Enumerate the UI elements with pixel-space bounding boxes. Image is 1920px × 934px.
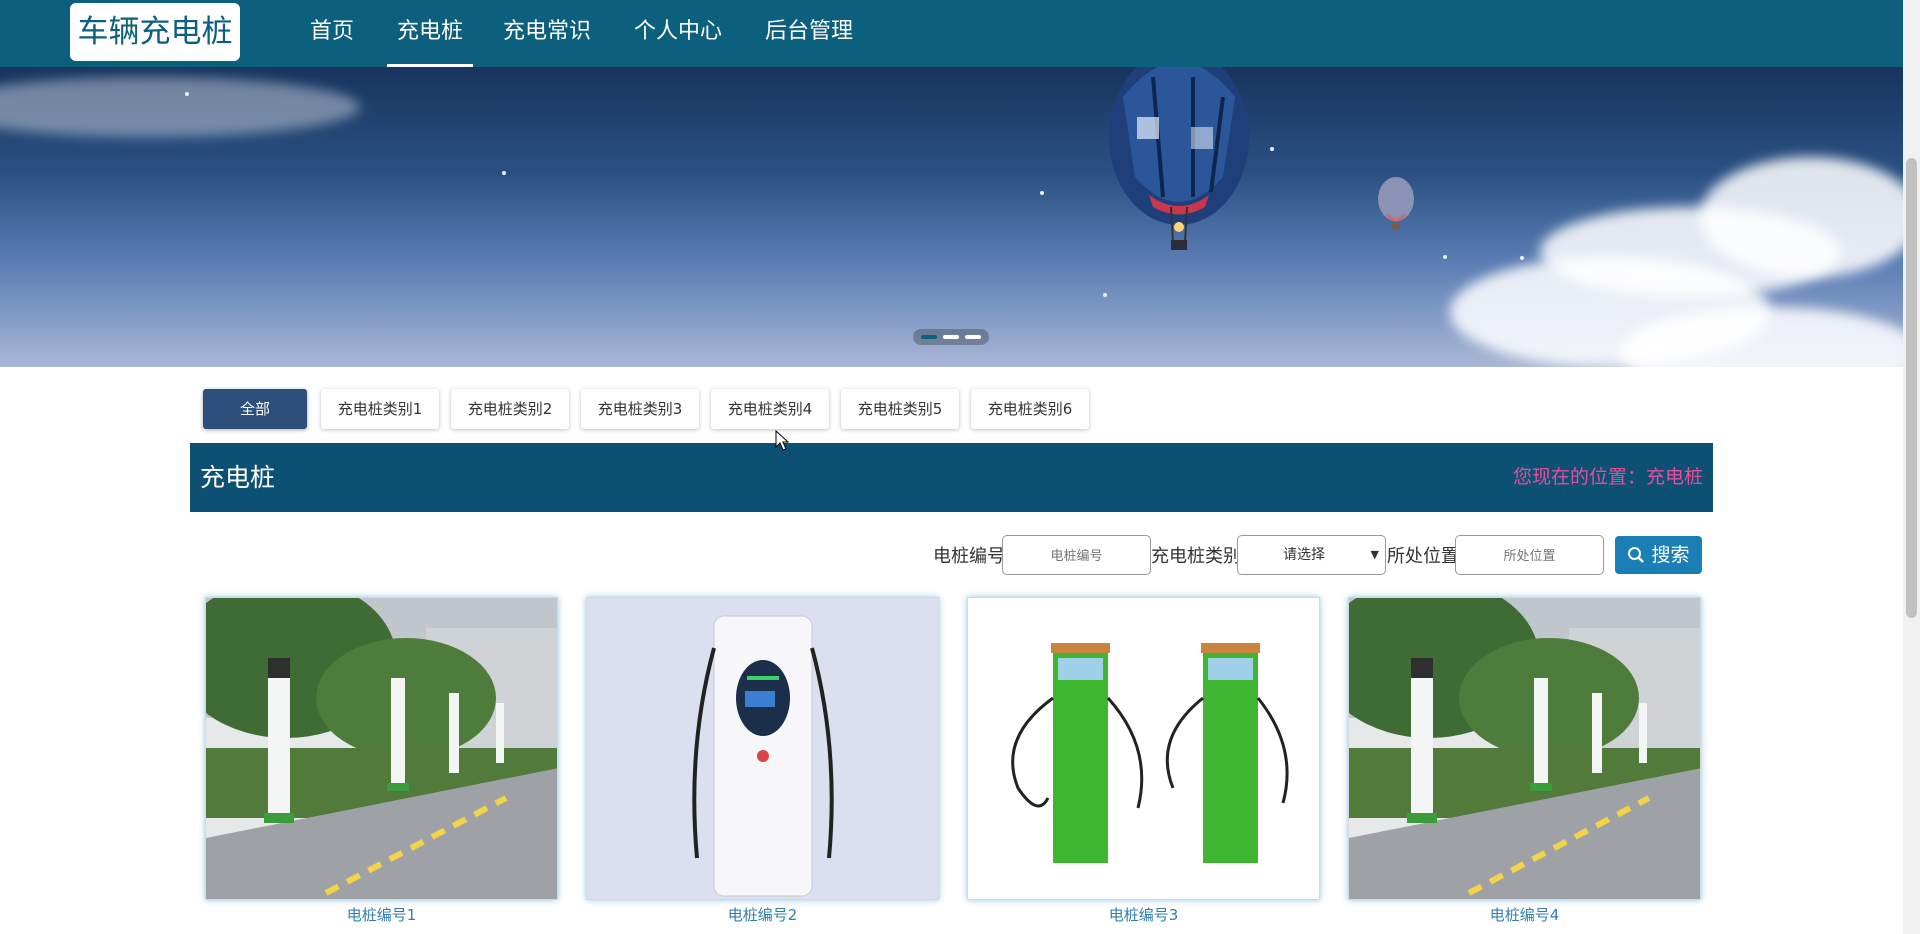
search-icon: [1628, 547, 1645, 563]
category-tab-all[interactable]: 全部: [203, 389, 307, 429]
breadcrumb-label: 您现在的位置：: [1512, 466, 1646, 488]
nav-item-personal-center[interactable]: 个人中心: [630, 0, 726, 67]
roadside-chargers-image: [1349, 598, 1700, 899]
breadcrumb: 您现在的位置：充电桩: [1513, 443, 1703, 512]
page: 车辆充电桩 首页 充电桩 充电常识 个人中心 后台管理 全部 充电桩类别1 充电…: [0, 0, 1920, 934]
white-dc-charger-image: [587, 598, 938, 899]
category-tab-4[interactable]: 充电桩类别4: [711, 389, 829, 429]
charger-card-2[interactable]: [586, 597, 939, 900]
category-tab-3[interactable]: 充电桩类别3: [581, 389, 699, 429]
hot-air-balloon-graphic: [1109, 67, 1249, 250]
charger-card-3-name[interactable]: 电桩编号3: [967, 904, 1320, 925]
code-input[interactable]: [1002, 535, 1151, 575]
charger-card-4-name[interactable]: 电桩编号4: [1348, 904, 1701, 925]
small-balloon-graphic: [1378, 177, 1414, 229]
position-input[interactable]: [1455, 535, 1604, 575]
top-navbar: 车辆充电桩 首页 充电桩 充电常识 个人中心 后台管理: [0, 0, 1903, 67]
category-select-value: 请选择: [1283, 547, 1325, 563]
charger-card-3[interactable]: [967, 597, 1320, 900]
nav-item-home[interactable]: 首页: [302, 0, 362, 67]
carousel-dot-3[interactable]: [965, 335, 981, 339]
search-button-label: 搜索: [1651, 544, 1690, 566]
roadside-chargers-image: [206, 598, 557, 899]
category-tab-5[interactable]: 充电桩类别5: [841, 389, 959, 429]
nav-item-admin[interactable]: 后台管理: [761, 0, 857, 67]
charger-card-1[interactable]: [205, 597, 558, 900]
mouse-cursor-icon: [775, 430, 789, 451]
nav-item-charging-tips[interactable]: 充电常识: [499, 0, 595, 67]
category-tab-6[interactable]: 充电桩类别6: [971, 389, 1089, 429]
green-ac-chargers-image: [968, 598, 1319, 899]
category-tab-2[interactable]: 充电桩类别2: [451, 389, 569, 429]
carousel-dot-1[interactable]: [921, 335, 937, 339]
category-label: 充电桩类别: [1151, 546, 1241, 567]
chevron-down-icon: ▼: [1370, 548, 1379, 561]
carousel-indicators: [913, 329, 989, 345]
banner-carousel[interactable]: [0, 67, 1903, 367]
category-select[interactable]: 请选择 ▼: [1237, 535, 1386, 575]
nav-item-charging-piles[interactable]: 充电桩: [387, 0, 473, 67]
carousel-dot-2[interactable]: [943, 335, 959, 339]
code-label: 电桩编号: [933, 546, 1005, 567]
site-logo[interactable]: 车辆充电桩: [70, 3, 240, 61]
position-label: 所处位置: [1387, 546, 1459, 567]
charger-card-4[interactable]: [1348, 597, 1701, 900]
charger-card-1-name[interactable]: 电桩编号1: [205, 904, 558, 925]
section-title-bar: 充电桩 您现在的位置：充电桩: [190, 443, 1713, 512]
category-tab-1[interactable]: 充电桩类别1: [321, 389, 439, 429]
scrollbar-thumb[interactable]: [1906, 158, 1917, 618]
charger-card-2-name[interactable]: 电桩编号2: [586, 904, 939, 925]
section-title: 充电桩: [200, 463, 276, 492]
page-scrollbar[interactable]: [1903, 0, 1920, 934]
search-button[interactable]: 搜索: [1615, 536, 1702, 574]
breadcrumb-current: 充电桩: [1645, 466, 1703, 488]
